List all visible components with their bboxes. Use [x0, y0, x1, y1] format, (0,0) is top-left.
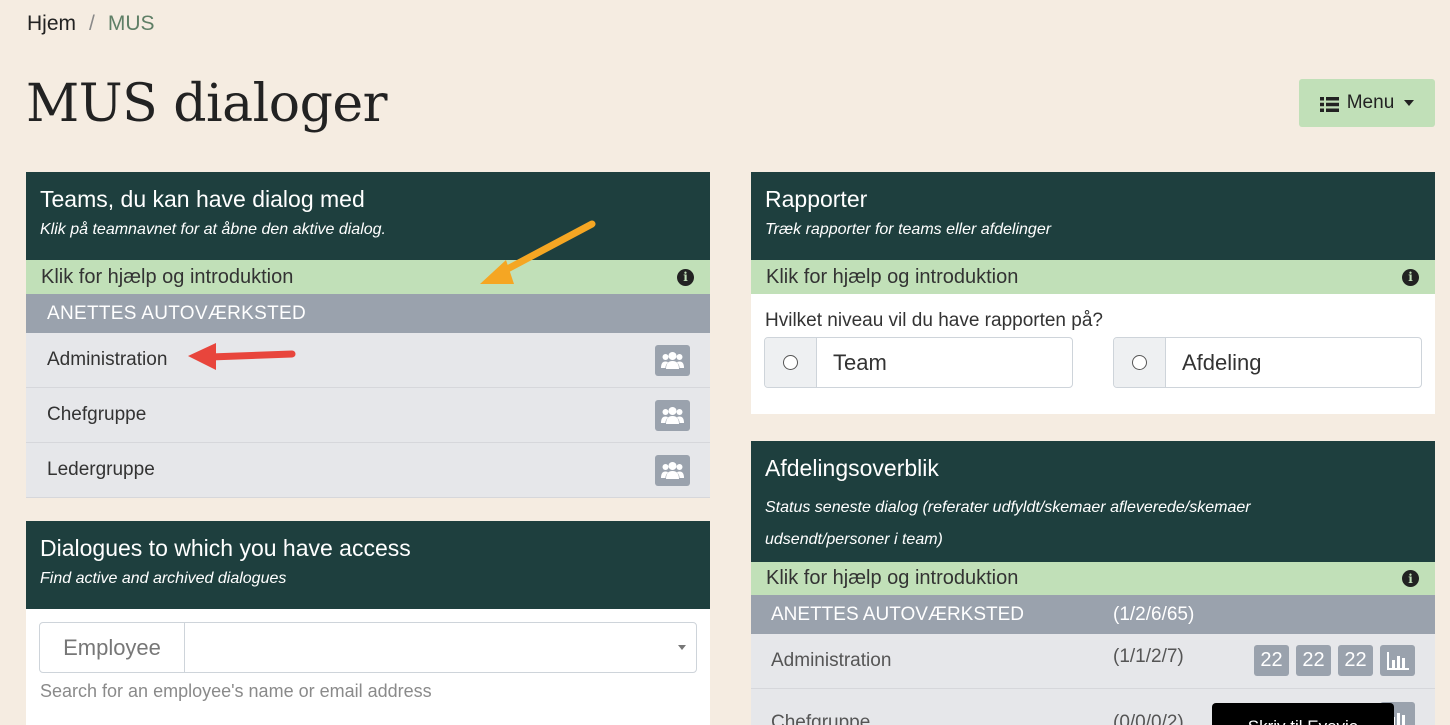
report-level-team[interactable]: Team: [764, 337, 1073, 388]
employee-search-hint: Search for an employee's name or email a…: [40, 681, 432, 701]
department-counts: (1/1/2/7): [1113, 646, 1184, 667]
dropdown-arrow-icon: [678, 645, 686, 650]
team-members-icon[interactable]: [655, 399, 690, 431]
department-name: Administration: [771, 650, 892, 671]
reports-help-bar[interactable]: Klik for hjælp og introduktion i: [751, 260, 1435, 294]
info-icon: i: [677, 268, 694, 286]
department-group-counts: (1/2/6/65): [1113, 603, 1195, 625]
radio-label-team: Team: [817, 338, 887, 387]
overview-panel-subtitle-1: Status seneste dialog (referater udfyldt…: [765, 499, 1251, 516]
teams-panel-header: Teams, du kan have dialog med Klik på te…: [26, 172, 710, 260]
team-members-icon[interactable]: [655, 454, 690, 486]
team-name: Ledergruppe: [47, 459, 155, 480]
team-members-icon[interactable]: [655, 344, 690, 376]
teams-panel: Teams, du kan have dialog med Klik på te…: [26, 172, 710, 498]
dialogues-panel-header: Dialogues to which you have access Find …: [26, 521, 710, 609]
info-icon: i: [1402, 570, 1419, 587]
report-level-afdeling[interactable]: Afdeling: [1113, 337, 1422, 388]
teams-help-bar[interactable]: Klik for hjælp og introduktion i: [26, 260, 710, 294]
bar-chart-icon[interactable]: [1380, 645, 1415, 676]
teams-group-header: ANETTES AUTOVÆRKSTED: [26, 294, 710, 333]
overview-help-label: Klik for hjælp og introduktion: [766, 567, 1019, 589]
reports-panel-header: Rapporter Træk rapporter for teams eller…: [751, 172, 1435, 260]
dialogues-panel-title: Dialogues to which you have access: [40, 535, 411, 561]
menu-button[interactable]: Menu: [1299, 79, 1435, 127]
caret-down-icon: [1404, 100, 1415, 106]
radio-button-team: [765, 338, 817, 387]
info-icon: i: [1402, 268, 1419, 286]
overview-help-bar[interactable]: Klik for hjælp og introduktion i: [751, 562, 1435, 595]
teams-panel-title: Teams, du kan have dialog med: [40, 186, 365, 212]
team-row-ledergruppe[interactable]: Ledergruppe: [26, 443, 710, 498]
employee-label: Employee: [40, 623, 185, 672]
breadcrumb: Hjem / MUS: [27, 12, 155, 36]
department-name: Chefgruppe: [771, 712, 871, 725]
team-row-administration[interactable]: Administration: [26, 333, 710, 388]
radio-label-afdeling: Afdeling: [1166, 338, 1262, 387]
department-group-name: ANETTES AUTOVÆRKSTED: [771, 603, 1025, 625]
department-group-header: ANETTES AUTOVÆRKSTED (1/2/6/65): [751, 595, 1435, 634]
chat-tooltip[interactable]: Skriv til Eyevio: [1212, 703, 1394, 725]
teams-panel-subtitle: Klik på teamnavnet for at åbne den aktiv…: [40, 221, 386, 238]
overview-panel: Afdelingsoverblik Status seneste dialog …: [751, 441, 1435, 725]
radio-button-afdeling: [1114, 338, 1166, 387]
breadcrumb-home-link[interactable]: Hjem: [27, 12, 76, 36]
reports-panel-title: Rapporter: [765, 186, 868, 212]
employee-select[interactable]: [185, 623, 696, 672]
breadcrumb-current: MUS: [107, 12, 155, 35]
overview-panel-header: Afdelingsoverblik Status seneste dialog …: [751, 441, 1435, 562]
list-icon: [1319, 96, 1339, 112]
dialogues-panel-subtitle: Find active and archived dialogues: [40, 570, 287, 587]
report-level-question: Hvilket niveau vil du have rapporten på?: [765, 310, 1103, 331]
overview-panel-title: Afdelingsoverblik: [765, 455, 939, 481]
reports-panel-subtitle: Træk rapporter for teams eller afdelinge…: [765, 221, 1052, 238]
department-row-administration[interactable]: Administration (1/1/2/7) 22 22 22: [751, 634, 1435, 689]
overview-panel-subtitle-2: udsendt/personer i team): [765, 531, 943, 548]
team-name: Administration: [47, 349, 168, 370]
teams-help-label: Klik for hjælp og introduktion: [41, 265, 294, 288]
radio-circle-icon[interactable]: [1132, 355, 1147, 370]
menu-button-label: Menu: [1346, 92, 1395, 113]
team-name: Chefgruppe: [47, 404, 147, 425]
count-badge[interactable]: 22: [1338, 645, 1373, 676]
count-badge[interactable]: 22: [1254, 645, 1289, 676]
reports-help-label: Klik for hjælp og introduktion: [766, 265, 1019, 288]
reports-panel: Rapporter Træk rapporter for teams eller…: [751, 172, 1435, 414]
page-title: MUS dialoger: [26, 74, 388, 134]
count-badge[interactable]: 22: [1296, 645, 1331, 676]
radio-circle-icon[interactable]: [783, 355, 798, 370]
breadcrumb-separator: /: [89, 12, 95, 35]
dialogues-panel: Dialogues to which you have access Find …: [26, 521, 710, 725]
team-row-chefgruppe[interactable]: Chefgruppe: [26, 388, 710, 443]
department-badges: 22 22 22: [1254, 645, 1415, 676]
employee-search-field: Employee: [39, 622, 697, 673]
